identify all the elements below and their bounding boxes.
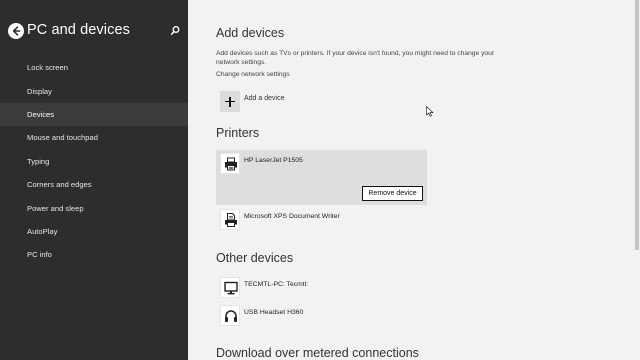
sidebar-item-display[interactable]: Display (0, 79, 188, 102)
sidebar-item-label: Corners and edges (27, 180, 92, 190)
sidebar-item-label: Typing (27, 156, 50, 166)
sidebar-item-lock-screen[interactable]: Lock screen (0, 56, 188, 79)
sidebar-item-pc-info[interactable]: PC info (0, 243, 188, 266)
vertical-scrollbar[interactable] (634, 0, 640, 360)
add-device-button[interactable]: Add a device (220, 91, 380, 113)
scrollbar-thumb[interactable] (635, 0, 639, 250)
devices-content: Add devices Add devices such as TVs or p… (188, 0, 640, 360)
printer-name: Microsoft XPS Document Writer (244, 213, 340, 220)
mouse-cursor-icon (426, 106, 434, 117)
remove-device-button[interactable]: Remove device (362, 186, 423, 201)
back-arrow-icon (12, 26, 21, 36)
other-devices-heading: Other devices (216, 251, 294, 265)
device-item-usb-headset[interactable]: USB Headset H360 (220, 305, 480, 327)
sidebar-item-label: PC info (27, 250, 52, 260)
printer-name: HP LaserJet P1505 (244, 157, 303, 164)
printers-heading: Printers (216, 126, 260, 140)
sidebar-item-mouse-and-touchpad[interactable]: Mouse and touchpad (0, 126, 188, 149)
search-icon (170, 26, 180, 35)
download-metered-heading: Download over metered connections (216, 346, 419, 360)
sidebar-item-typing[interactable]: Typing (0, 150, 188, 173)
sidebar-item-label: Display (27, 86, 52, 96)
back-button[interactable] (8, 23, 24, 39)
device-name: TECMTL-PC: Tecmtl: (244, 281, 309, 288)
settings-sidebar: PC and devices Lock screen Display Devic… (0, 0, 188, 360)
plus-icon (220, 91, 240, 112)
sidebar-item-label: Lock screen (27, 63, 68, 73)
document-printer-icon (220, 209, 240, 230)
sidebar-search-button[interactable] (168, 24, 182, 38)
sidebar-title: PC and devices (27, 22, 130, 38)
sidebar-item-corners-and-edges[interactable]: Corners and edges (0, 173, 188, 196)
printer-item-xps-writer[interactable]: Microsoft XPS Document Writer (220, 209, 480, 231)
headset-icon (220, 305, 240, 326)
device-item-tecmtl-pc[interactable]: TECMTL-PC: Tecmtl: (220, 277, 480, 299)
sidebar-item-power-and-sleep[interactable]: Power and sleep (0, 196, 188, 219)
monitor-icon (220, 277, 240, 298)
sidebar-item-label: Power and sleep (27, 203, 84, 213)
sidebar-item-label: Mouse and touchpad (27, 133, 98, 143)
printer-icon (220, 153, 240, 174)
add-device-label: Add a device (244, 95, 285, 102)
add-devices-heading: Add devices (216, 26, 285, 40)
add-devices-description: Add devices such as TVs or printers. If … (216, 50, 495, 67)
sidebar-item-autoplay[interactable]: AutoPlay (0, 220, 188, 243)
sidebar-nav: Lock screen Display Devices Mouse and to… (0, 56, 188, 267)
sidebar-item-devices[interactable]: Devices (0, 102, 188, 127)
change-network-settings-link[interactable]: Change network settings (216, 71, 290, 78)
sidebar-item-label: AutoPlay (27, 226, 58, 236)
sidebar-header: PC and devices (8, 22, 184, 44)
device-name: USB Headset H360 (244, 309, 304, 316)
printer-item-hp-laserjet[interactable]: HP LaserJet P1505 (220, 153, 480, 175)
sidebar-item-label: Devices (27, 109, 55, 119)
